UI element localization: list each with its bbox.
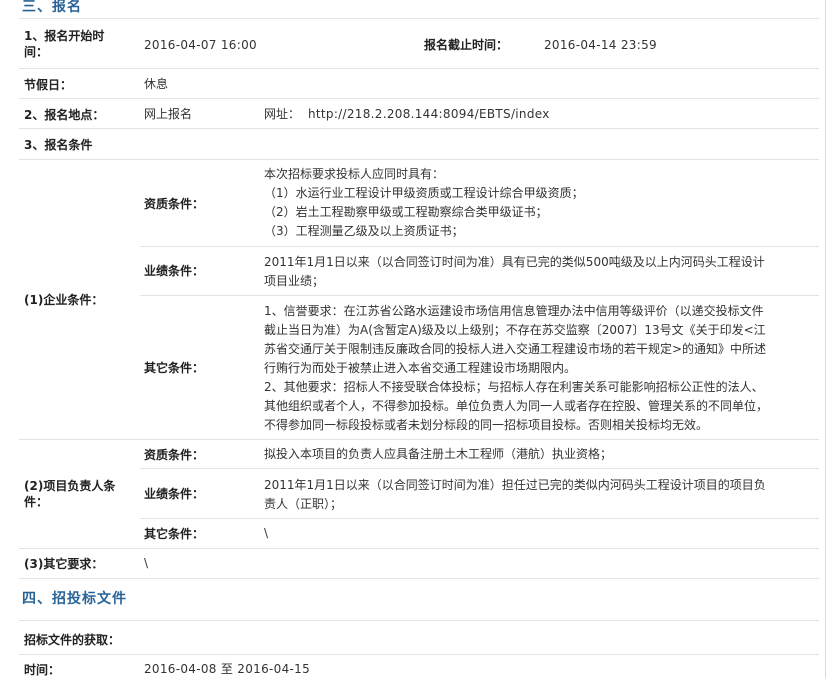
enterprise-conditions-label: (1)企业条件： <box>24 293 104 307</box>
start-time-label: 1、报名开始时 间： <box>24 29 105 59</box>
holiday-label: 节假日： <box>24 78 73 92</box>
other-requirements-value: \ <box>144 556 149 570</box>
divider <box>19 128 819 129</box>
manager-other-value: \ <box>264 526 269 540</box>
divider <box>19 578 819 579</box>
enterprise-qualification-label: 资质条件： <box>144 197 205 211</box>
holiday-value: 休息 <box>144 77 169 91</box>
document-time-value: 2016-04-08 至 2016-04-15 <box>144 662 311 676</box>
section-title-bidding-documents: 四、招投标文件 <box>22 591 127 607</box>
enterprise-other-text: 1、信誉要求：在江苏省公路水运建设市场信用信息管理办法中信用等级评价（以递交投标… <box>264 304 769 432</box>
right-border <box>825 0 826 678</box>
end-time-label: 报名截止时间： <box>424 38 509 52</box>
document-time-label: 时间： <box>24 663 61 677</box>
enterprise-qualification-text: 本次招标要求投标人应同时具有： （1）水运行业工程设计甲级资质或工程设计综合甲级… <box>264 167 584 238</box>
enterprise-performance-text: 2011年1月1日以来（以合同签订时间为准）具有已完的类似500吨级及以上内河码… <box>264 255 765 288</box>
manager-performance-label: 业绩条件： <box>144 487 205 501</box>
manager-conditions-label: (2)项目负责人条 件： <box>24 479 116 509</box>
divider <box>140 468 819 469</box>
divider <box>140 246 819 247</box>
divider <box>19 439 819 440</box>
manager-qualification-text: 拟投入本项目的负责人应具备注册土木工程师（港航）执业资格； <box>264 447 613 461</box>
manager-qualification-label: 资质条件： <box>144 448 205 462</box>
registration-url[interactable]: http://218.2.208.144:8094/EBTS/index <box>308 105 550 124</box>
end-time-value: 2016-04-14 23:59 <box>544 38 657 52</box>
manager-performance-text: 2011年1月1日以来（以合同签订时间为准）担任过已完的类似内河码头工程设计项目… <box>264 478 766 511</box>
divider <box>19 98 819 99</box>
section-title-registration: 三、报名 <box>22 0 82 15</box>
document-obtain-label: 招标文件的获取： <box>24 633 121 647</box>
divider <box>19 654 819 655</box>
divider <box>19 18 819 19</box>
bidding-announcement: 三、报名 1、报名开始时 间： 2016-04-07 16:00 报名截止时间：… <box>0 0 830 678</box>
divider <box>19 68 819 69</box>
divider <box>19 620 819 621</box>
start-time-value: 2016-04-07 16:00 <box>144 38 257 52</box>
place-label: 2、报名地点： <box>24 108 105 122</box>
enterprise-other-label: 其它条件： <box>144 361 205 375</box>
manager-other-label: 其它条件： <box>144 527 205 541</box>
place-value: 网上报名 <box>144 107 193 121</box>
enterprise-performance-label: 业绩条件： <box>144 264 205 278</box>
other-requirements-label: (3)其它要求： <box>24 557 104 571</box>
divider <box>140 518 819 519</box>
divider <box>19 159 819 160</box>
divider <box>19 548 819 549</box>
url-label: 网址： <box>264 107 301 121</box>
conditions-label: 3、报名条件 <box>24 138 93 152</box>
divider <box>140 295 819 296</box>
